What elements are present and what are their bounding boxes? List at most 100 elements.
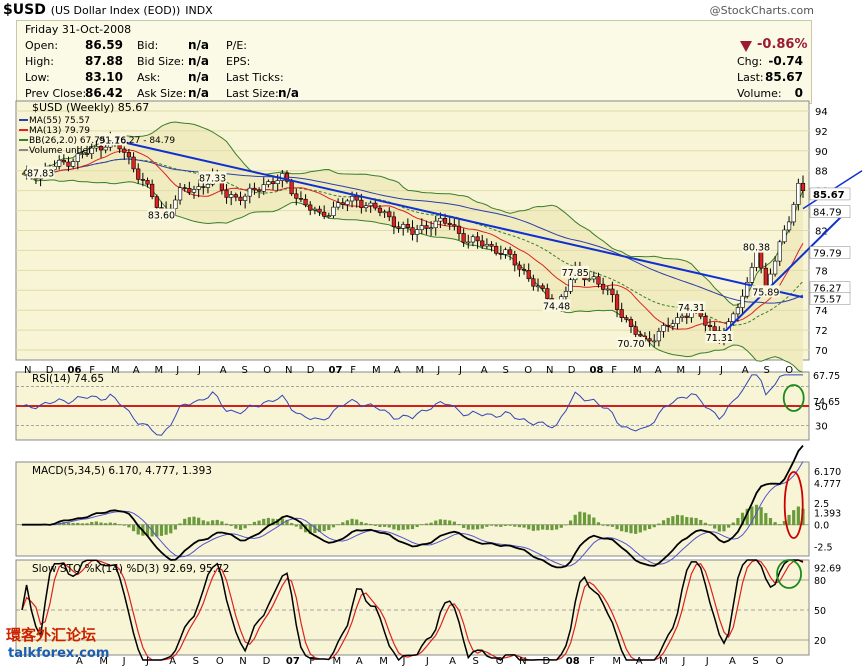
candle-body	[433, 220, 438, 229]
candle-body	[601, 283, 606, 290]
macd-histogram-bar	[183, 518, 187, 526]
macd-histogram-bar	[499, 524, 503, 527]
candle-body	[763, 267, 768, 287]
macd-histogram-bar	[438, 519, 442, 526]
macd-histogram-bar	[341, 522, 345, 526]
candle-body	[424, 225, 429, 229]
macd-histogram-bar	[392, 524, 396, 530]
candle-body	[498, 253, 503, 255]
candle-body	[521, 269, 527, 271]
candle-body	[270, 181, 276, 184]
candle-body	[484, 244, 489, 247]
macd-histogram-bar	[578, 511, 582, 526]
sto-x-label: O	[216, 656, 224, 667]
macd-histogram-bar	[201, 520, 205, 526]
macd-histogram-bar	[373, 524, 377, 526]
candle-body	[707, 324, 713, 328]
price-annotation: 83.60	[148, 211, 175, 222]
sto-x-label: J	[145, 656, 149, 667]
macd-histogram-bar	[666, 517, 670, 526]
rsi-right-label: 74.65	[813, 397, 840, 408]
candle-body	[196, 186, 201, 190]
macd-histogram-bar	[541, 524, 545, 530]
macd-histogram-bar	[169, 524, 173, 534]
sto-x-label: J	[425, 656, 429, 667]
macd-histogram-bar	[387, 524, 391, 528]
price-x-label: J	[175, 365, 179, 376]
candle-body	[368, 202, 373, 206]
price-x-label: J	[436, 365, 440, 376]
candle-body	[596, 276, 601, 285]
candle-body	[275, 180, 280, 184]
macd-histogram-bar	[85, 523, 89, 526]
price-annotation: 74.31	[678, 303, 705, 314]
macd-histogram-bar	[448, 520, 452, 526]
candle-body	[396, 226, 401, 229]
price-x-label: F	[350, 365, 356, 376]
macd-histogram-bar	[778, 524, 782, 526]
macd-histogram-bar	[327, 524, 331, 530]
macd-histogram-bar	[657, 523, 661, 526]
macd-histogram-bar	[350, 518, 354, 526]
candle-body	[442, 217, 448, 224]
macd-histogram-bar	[773, 522, 777, 526]
candle-body	[782, 229, 787, 243]
macd-histogram-bar	[527, 524, 531, 530]
macd-histogram-bar	[694, 518, 698, 526]
macd-histogram-bar	[759, 507, 763, 526]
candle-body	[419, 225, 424, 230]
candle-body	[359, 199, 364, 209]
macd-histogram-bar	[383, 524, 387, 527]
price-x-label: A	[655, 365, 662, 376]
candle-body	[791, 204, 796, 223]
candle-body	[57, 159, 62, 167]
macd-histogram-bar	[582, 512, 587, 526]
candle-body	[103, 146, 108, 151]
macd-title: MACD(5,34,5) 6.170, 4.777, 1.393	[32, 465, 212, 477]
price-x-label: 07	[329, 365, 343, 376]
candle-body	[494, 245, 499, 254]
candle-body	[410, 227, 415, 235]
macd-histogram-bar	[355, 519, 359, 526]
price-x-label: M	[372, 365, 381, 376]
candle-body	[605, 288, 610, 291]
macd-histogram-bar	[573, 514, 577, 526]
candle-body	[326, 215, 331, 217]
macd-histogram-bar	[596, 522, 601, 526]
macd-histogram-bar	[624, 524, 628, 533]
price-annotation: 74.48	[543, 301, 570, 312]
macd-histogram-bar	[410, 524, 415, 530]
macd-histogram-bar	[717, 524, 721, 532]
candle-body	[526, 270, 531, 280]
macd-histogram-bar	[638, 524, 642, 533]
macd-histogram-bar	[178, 523, 182, 526]
macd-histogram-bar	[471, 524, 475, 530]
candle-body	[740, 295, 745, 308]
macd-histogram-bar	[452, 521, 456, 526]
price-x-label: D	[307, 365, 315, 376]
macd-histogram-bar	[792, 510, 796, 526]
macd-histogram-bar	[703, 522, 707, 526]
macd-histogram-bar	[71, 523, 75, 526]
price-annotation: 71.31	[706, 333, 733, 344]
candle-body	[136, 168, 141, 180]
macd-histogram-bar	[113, 522, 117, 526]
legend-entry: BB(26,2.0) 67.75 - 76.27 - 84.79	[29, 136, 175, 146]
candle-body	[619, 309, 624, 318]
macd-histogram-bar	[610, 524, 614, 527]
macd-histogram-bar	[420, 524, 424, 526]
candle-body	[684, 315, 689, 318]
macd-tick: 1.393	[814, 509, 841, 520]
macd-histogram-bar	[266, 517, 270, 526]
candle-body	[150, 183, 155, 198]
macd-histogram-bar	[443, 519, 447, 526]
macd-histogram-bar	[680, 515, 684, 526]
macd-histogram-bar	[415, 524, 419, 528]
price-x-label: A	[394, 365, 401, 376]
price-x-label: J	[458, 365, 462, 376]
candle-body	[243, 195, 248, 201]
sto-x-label: D	[263, 656, 271, 667]
sto-x-label: S	[752, 656, 758, 667]
sto-x-label: 08	[566, 656, 580, 667]
rsi-tick: 30	[815, 421, 828, 432]
